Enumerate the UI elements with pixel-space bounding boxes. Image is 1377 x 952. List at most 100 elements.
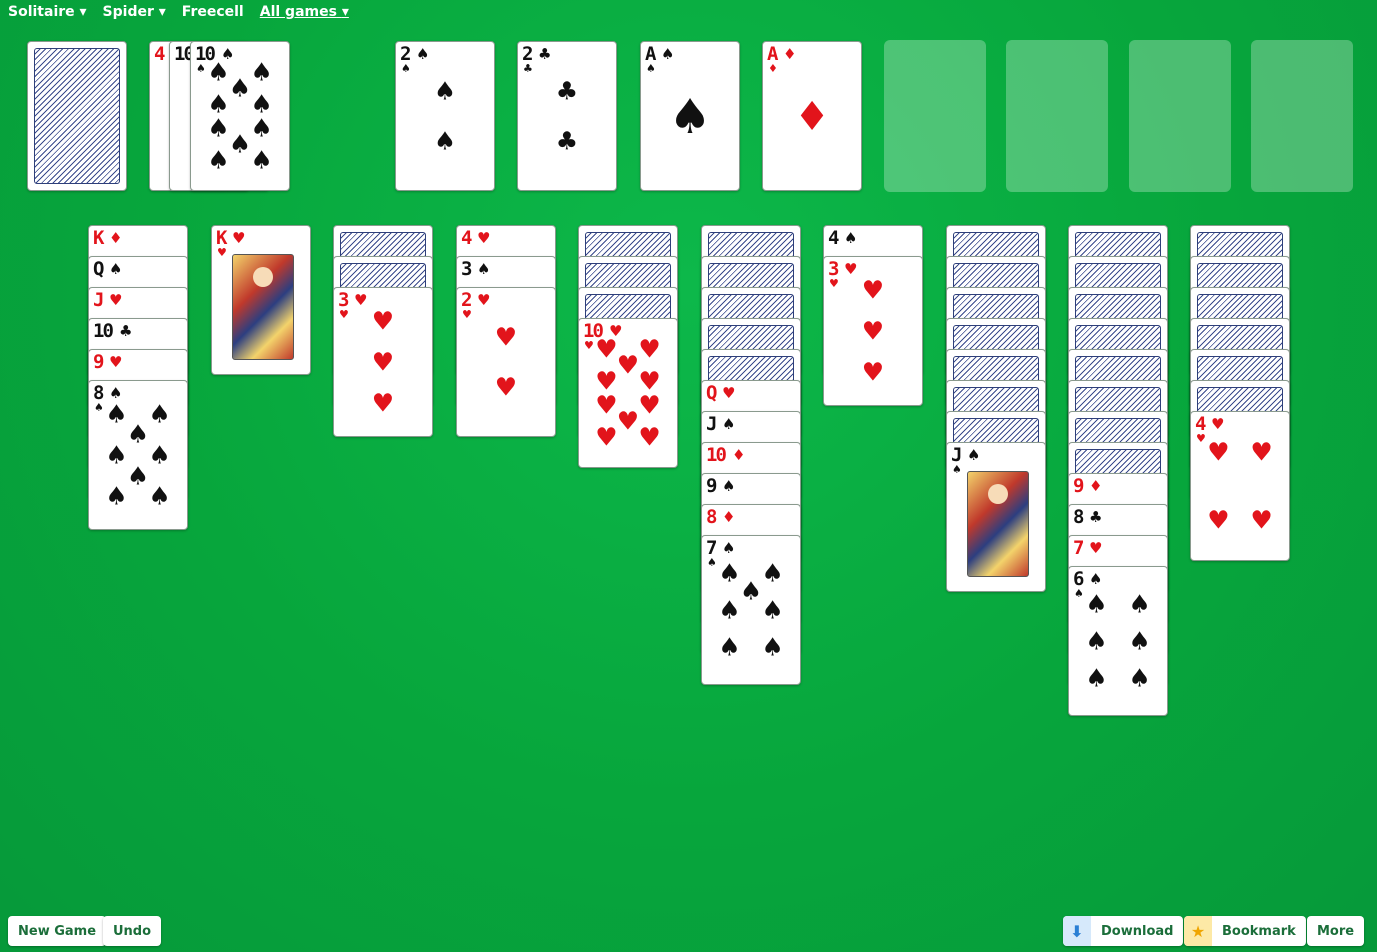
card-pip: ♠ [207,145,230,175]
card-suit-icon: ♥ [462,308,472,321]
card-pip: ♠ [1128,663,1151,693]
playing-card[interactable]: 2 ♣ ♣ ♣ ♣ [517,41,617,191]
chevron-down-icon: ▾ [341,4,349,20]
download-button[interactable]: ⬇ Download [1063,916,1184,946]
card-pip: ♠ [105,440,128,470]
undo-button[interactable]: Undo [103,916,162,946]
card-pip: ♠ [718,632,741,662]
card-rank: Q [706,382,718,404]
nav-spider[interactable]: Spider ▾ [103,4,166,20]
download-icon: ⬇ [1063,916,1091,946]
card-suit-icon: ♣ [119,322,133,340]
card-pip: ♥ [861,316,885,346]
card-suit-icon: ♥ [844,260,858,278]
playing-card[interactable]: 10 ♠ ♠ ♠ ♠ ♠ ♠ ♠ ♠ ♠ ♠ ♠ ♠ [190,41,290,191]
card-rank: 7 [1073,537,1085,559]
card-rank: 9 [706,475,718,497]
card-pip: ♥ [616,350,640,380]
card-pip: ♠ [1128,626,1151,656]
card-suit-icon: ♥ [477,291,491,309]
card-suit-icon: ♠ [94,401,104,414]
card-pip: ♠ [250,57,273,87]
card-pip: ♣ [555,76,579,106]
card-pip: ♠ [668,89,712,146]
card-pip: ♥ [1207,437,1230,467]
card-rank: K [93,227,105,249]
bookmark-button[interactable]: ★ Bookmark [1184,916,1306,946]
playing-card[interactable]: 7 ♠ ♠ ♠ ♠ ♠ ♠ ♠ ♠ ♠ [701,535,801,685]
card-suit-icon: ♦ [732,446,746,464]
card-suit-icon: ♠ [952,463,962,476]
playing-card[interactable]: 2 ♠ ♠ ♠ ♠ [395,41,495,191]
card-suit-icon: ♠ [416,45,430,63]
card-suit-icon: ♥ [109,353,123,371]
playing-card[interactable]: 6 ♠ ♠ ♠ ♠ ♠ ♠ ♠ ♠ [1068,566,1168,716]
card-pip: ♥ [861,275,885,305]
top-nav: Solitaire ▾ Spider ▾ Freecell All games … [8,4,349,20]
card-suit-icon: ♥ [217,246,227,259]
card-suit-icon: ♦ [722,508,736,526]
card-suit-icon: ♥ [829,277,839,290]
card-rank: 3 [461,258,473,280]
card-suit-icon: ♥ [477,229,491,247]
bookmark-label: Bookmark [1222,923,1296,939]
playing-card[interactable]: 10 ♥ ♥ ♥ ♥ ♥ ♥ ♥ ♥ ♥ ♥ ♥ ♥ [578,318,678,468]
new-game-button[interactable]: New Game [8,916,107,946]
card-pip: ♠ [433,76,457,106]
card-pip: ♠ [207,113,230,143]
card-suit-icon: ♠ [401,62,411,75]
card-rank: Q [93,258,105,280]
more-button[interactable]: More [1307,916,1365,946]
card-pip: ♥ [1207,505,1230,535]
chevron-down-icon: ▾ [158,4,166,20]
playing-card[interactable]: 2 ♥ ♥ ♥ ♥ [456,287,556,437]
card-back[interactable] [27,41,127,191]
card-suit-icon: ♣ [523,62,533,75]
card-suit-icon: ♠ [707,556,717,569]
card-pip: ♥ [371,306,395,336]
card-suit-icon: ♥ [1211,415,1225,433]
card-rank: J [93,289,105,311]
card-suit-icon: ♠ [722,539,736,557]
playing-card[interactable]: A ♠ ♠ ♠ [640,41,740,191]
empty-foundation-slot[interactable] [1006,40,1108,192]
playing-card[interactable]: 4 ♥ ♥ ♥ ♥ ♥ ♥ [1190,411,1290,561]
nav-solitaire[interactable]: Solitaire ▾ [8,4,87,20]
playing-card[interactable]: J ♠ ♠ [946,442,1046,592]
playing-card[interactable]: A ♦ ♦ ♦ [762,41,862,191]
empty-foundation-slot[interactable] [1251,40,1353,192]
card-rank: 8 [93,382,105,404]
card-suit-icon: ♠ [1074,587,1084,600]
card-pip: ♠ [1085,626,1108,656]
playing-card[interactable]: K ♥ ♥ [211,225,311,375]
playing-card[interactable]: 3 ♥ ♥ ♥ ♥ ♥ [333,287,433,437]
card-pip: ♠ [761,632,784,662]
card-pip: ♠ [718,595,741,625]
card-pip: ♠ [250,113,273,143]
card-rank: 10 [706,444,727,466]
card-pip: ♥ [595,334,618,364]
card-rank: 3 [338,289,350,311]
nav-all-games[interactable]: All games ▾ [260,4,349,20]
card-pip: ♣ [555,126,579,156]
card-suit-icon: ♠ [722,415,736,433]
card-pip: ♠ [126,419,150,449]
empty-foundation-slot[interactable] [1129,40,1231,192]
card-rank: A [645,43,657,65]
nav-freecell[interactable]: Freecell [182,4,244,20]
bottom-toolbar: New Game Undo ⬇ Download ★ Bookmark More [0,914,1377,946]
card-pip: ♥ [861,357,885,387]
card-suit-icon: ♥ [1196,432,1206,445]
card-rank: J [951,444,963,466]
playing-card[interactable]: 3 ♥ ♥ ♥ ♥ ♥ [823,256,923,406]
card-pip: ♠ [250,145,273,175]
empty-foundation-slot[interactable] [884,40,986,192]
playing-card[interactable]: 8 ♠ ♠ ♠ ♠ ♠ ♠ ♠ ♠ ♠ ♠ [88,380,188,530]
card-pip: ♠ [105,399,128,429]
card-pip: ♠ [433,126,457,156]
face-card-portrait [232,254,294,360]
card-rank: 9 [93,351,105,373]
card-pip: ♠ [718,558,741,588]
card-rank: 9 [1073,475,1085,497]
card-pip: ♥ [371,347,395,377]
